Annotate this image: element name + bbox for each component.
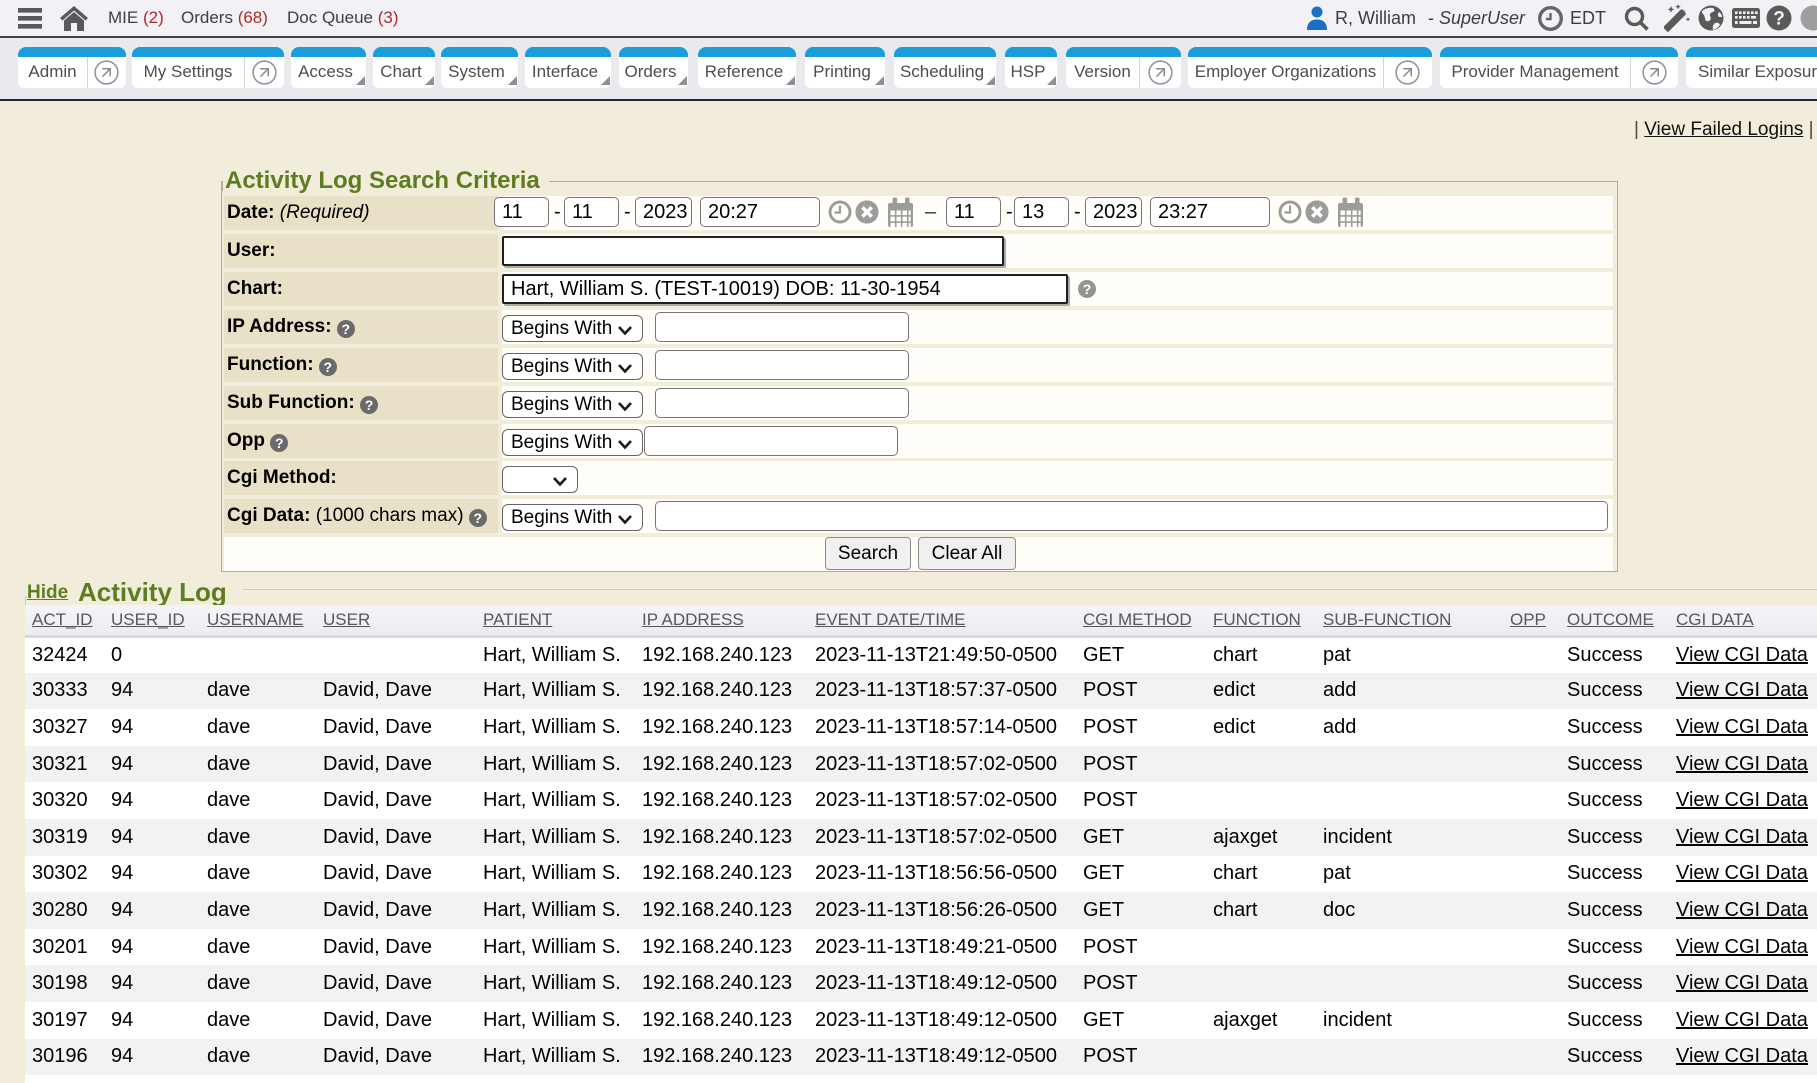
svg-text:?: ?: [1773, 9, 1785, 30]
